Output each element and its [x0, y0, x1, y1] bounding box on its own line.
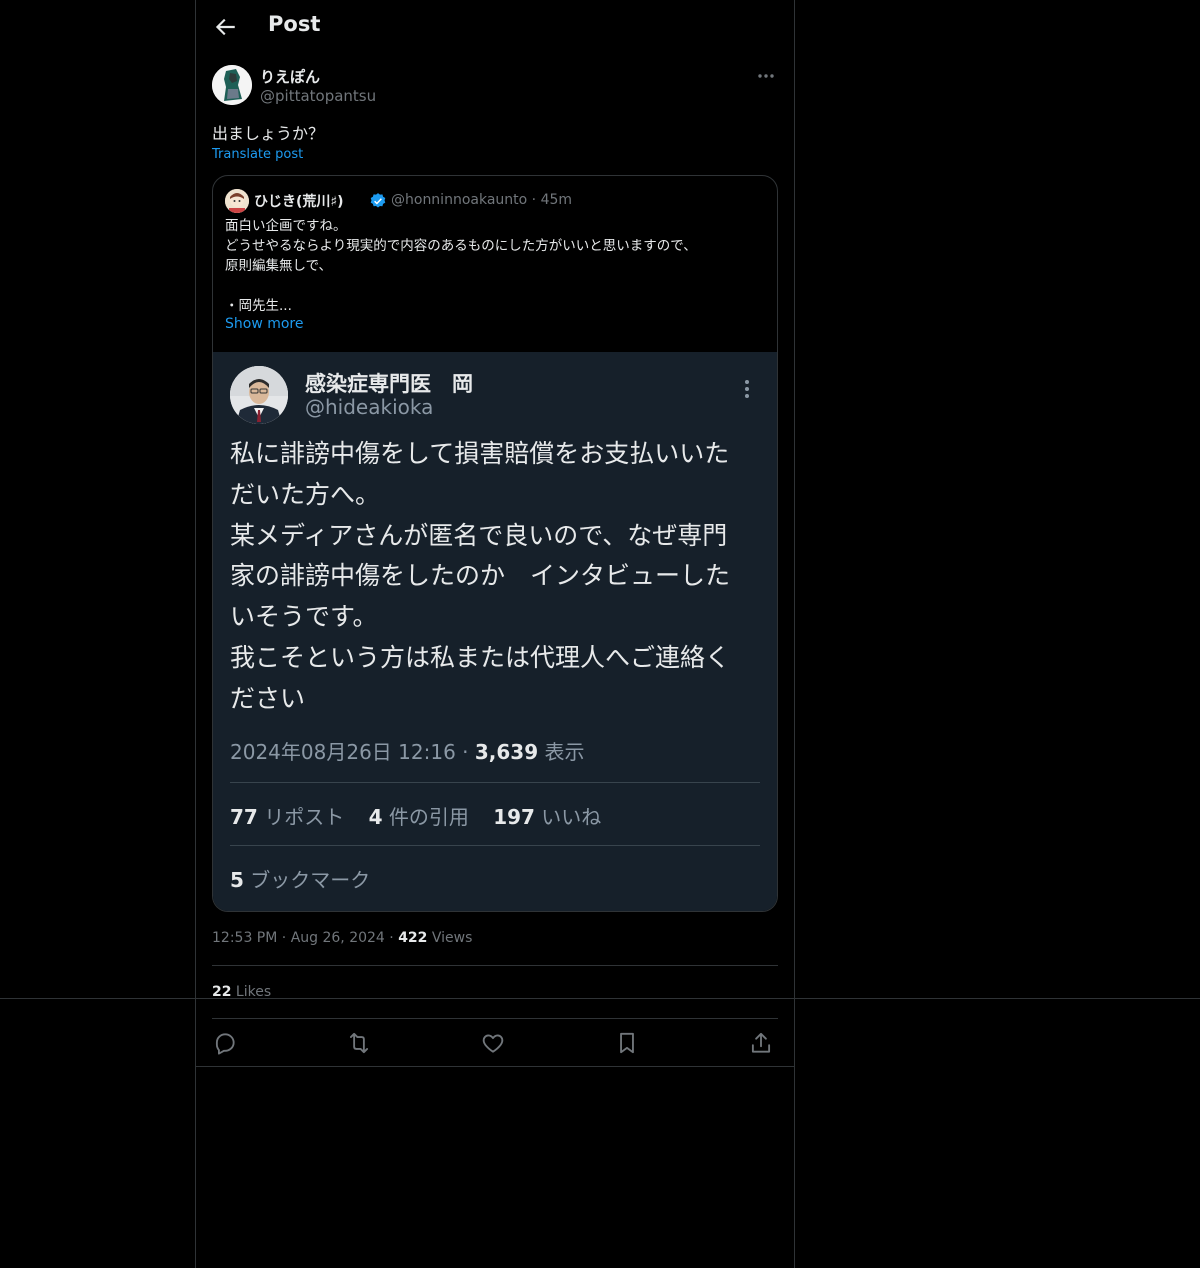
translate-post-link[interactable]: Translate post	[212, 147, 303, 162]
back-button[interactable]	[212, 14, 238, 40]
views-count: 422	[398, 930, 428, 946]
more-options-button[interactable]	[754, 66, 778, 86]
likes-label: Likes	[231, 984, 272, 1000]
screenshot-quotes-label: 件の引用	[382, 805, 469, 829]
action-bar	[212, 1030, 778, 1056]
quoted-screenshot-image[interactable]: 感染症専門医 岡 @hideakioka 私に誹謗中傷をして損害賠償をお支払いい…	[213, 352, 777, 911]
quoted-text-line: 面白い企画ですね。	[225, 218, 347, 234]
quoted-text-line: 原則編集無しで、	[225, 258, 333, 274]
quoted-text-line	[225, 276, 765, 296]
quoted-meta: @honninnoakaunto · 45m	[391, 192, 572, 208]
views-label: Views	[427, 930, 473, 946]
quoted-post-text: 面白い企画ですね。 どうせやるならより現実的で内容のあるものにした方がいいと思い…	[225, 216, 765, 316]
author-name[interactable]: りえぽん	[260, 66, 320, 87]
screenshot-datetime: 2024年08月26日 12:16 ·	[230, 740, 475, 764]
screenshot-avatar	[230, 366, 288, 424]
screenshot-author-handle: @hideakioka	[305, 395, 434, 419]
like-icon	[482, 1034, 504, 1053]
repost-button[interactable]	[346, 1030, 372, 1056]
reply-button[interactable]	[212, 1030, 238, 1056]
screenshot-text-line: 我こそという方は私または代理人へご連絡く	[230, 642, 731, 672]
divider	[212, 1018, 778, 1019]
divider	[196, 1066, 794, 1067]
quoted-post[interactable]: ひじき(荒川♯) @honninnoakaunto · 45m 面白い企画ですね…	[212, 175, 778, 912]
screenshot-text-line: ださい	[230, 683, 306, 713]
post-column: Post りえぽん @pittatopantsu 出ましょうか？ Transla…	[195, 0, 795, 1268]
post-author: りえぽん @pittatopantsu	[212, 64, 778, 108]
screenshot-bookmarks: 5 ブックマーク	[230, 864, 370, 893]
header: Post	[196, 0, 794, 54]
more-vertical-icon	[741, 378, 753, 400]
quoted-text-line: ・岡先生...	[225, 298, 292, 314]
quoted-text-line: どうせやるならより現実的で内容のあるものにした方がいいと思いますので、	[225, 238, 697, 254]
screenshot-divider	[230, 845, 760, 846]
post-text: 出ましょうか？	[212, 124, 325, 143]
post-time[interactable]: 12:53 PM	[212, 930, 277, 946]
screenshot-meta: 2024年08月26日 12:16 · 3,639 表示	[230, 736, 585, 765]
share-icon	[751, 1032, 771, 1053]
screenshot-likes-count: 197	[493, 805, 535, 829]
quoted-post-header: ひじき(荒川♯) @honninnoakaunto · 45m	[225, 188, 765, 214]
post-timestamp: 12:53 PM · Aug 26, 2024 · 422 Views	[212, 930, 472, 946]
quoted-avatar	[225, 189, 249, 213]
separator-dot: ·	[531, 192, 537, 208]
show-more-link[interactable]: Show more	[225, 316, 304, 332]
divider	[212, 965, 778, 966]
screenshot-text-line: 某メディアさんが匿名で良いので、なぜ専門	[230, 520, 728, 550]
screenshot-views-count: 3,639	[474, 740, 539, 764]
post-date[interactable]: Aug 26, 2024	[291, 930, 385, 946]
quoted-author-handle: @honninnoakaunto	[391, 192, 528, 208]
avatar[interactable]	[212, 65, 252, 105]
quoted-time: 45m	[540, 192, 573, 208]
screenshot-quotes-count: 4	[368, 805, 383, 829]
screenshot-stats: 77 リポスト 4 件の引用 197 いいね	[230, 801, 619, 830]
screenshot-divider	[230, 782, 760, 783]
screenshot-bookmarks-count: 5	[230, 868, 244, 892]
separator-dot: ·	[384, 930, 399, 946]
more-horizontal-icon	[758, 74, 774, 78]
share-button[interactable]	[748, 1030, 774, 1056]
screenshot-likes-label: いいね	[534, 805, 602, 829]
reply-icon	[215, 1033, 235, 1055]
repost-icon	[349, 1032, 369, 1054]
screenshot-text-line: いそうです。	[230, 602, 378, 632]
likes-summary[interactable]: 22 Likes	[212, 984, 271, 1000]
screenshot-reposts-count: 77	[230, 805, 258, 829]
like-button[interactable]	[480, 1030, 506, 1056]
screenshot-bookmarks-label: ブックマーク	[243, 868, 371, 892]
screenshot-views-label: 表示	[538, 740, 585, 764]
bookmark-icon	[620, 1032, 634, 1054]
likes-count: 22	[212, 984, 232, 1000]
bookmark-button[interactable]	[614, 1030, 640, 1056]
quoted-author-name: ひじき(荒川♯)	[254, 194, 344, 210]
screenshot-text-line: だいた方へ。	[230, 479, 381, 509]
screenshot-post-text: 私に誹謗中傷をして損害賠償をお支払いいた だいた方へ。 某メディアさんが匿名で良…	[230, 434, 760, 720]
separator-dot: ·	[277, 930, 291, 946]
verified-badge-icon	[369, 192, 387, 210]
screenshot-text-line: 家の誹謗中傷をしたのか インタビューした	[230, 561, 731, 591]
screenshot-author-name: 感染症専門医 岡	[305, 372, 473, 396]
arrow-left-icon	[215, 18, 235, 36]
page-title: Post	[268, 12, 321, 36]
screenshot-reposts-label: リポスト	[257, 805, 345, 829]
screenshot-text-line: 私に誹謗中傷をして損害賠償をお支払いいた	[230, 439, 730, 468]
author-handle[interactable]: @pittatopantsu	[260, 87, 376, 105]
